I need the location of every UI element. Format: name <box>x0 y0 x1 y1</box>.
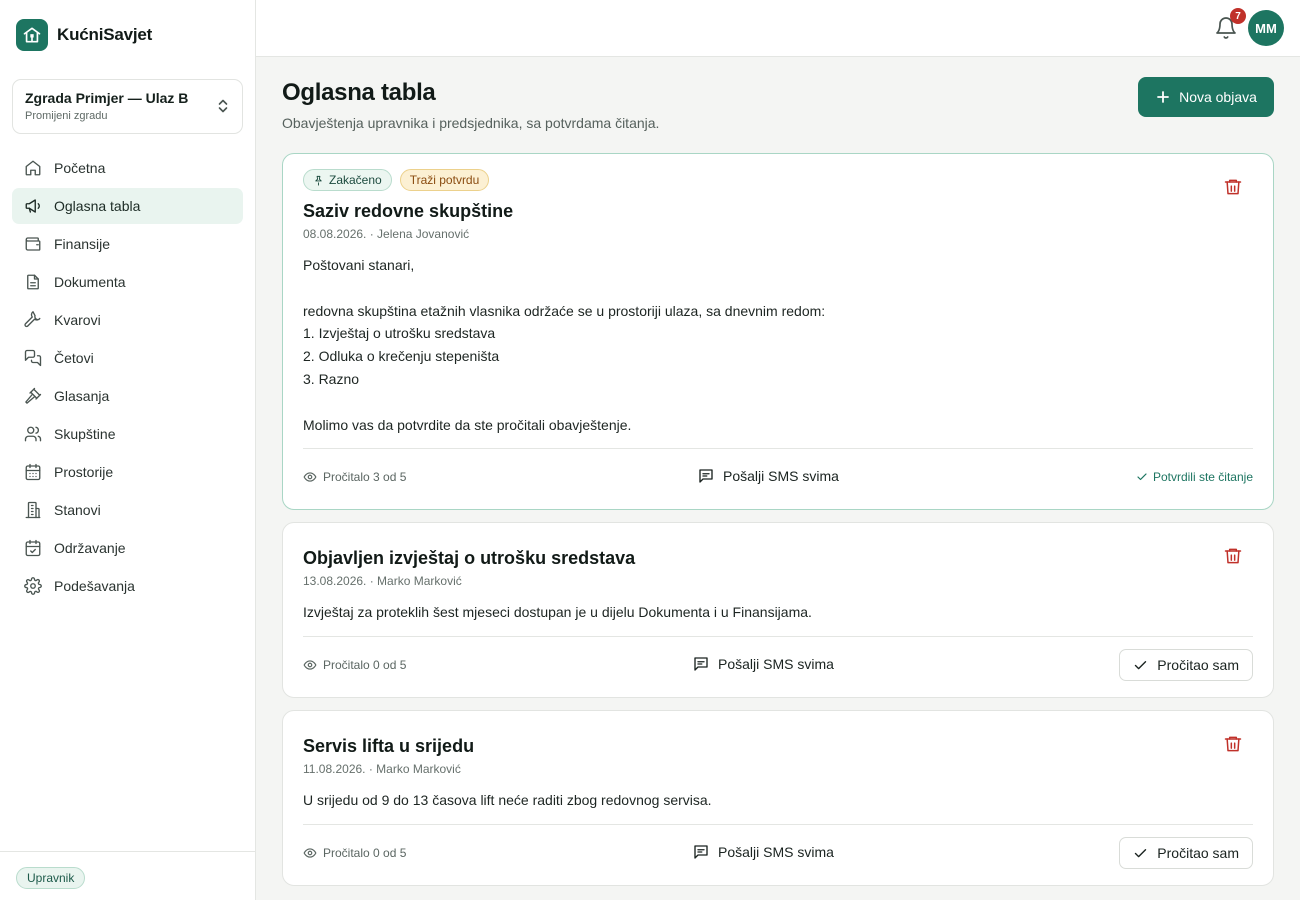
eye-icon <box>303 846 317 860</box>
requires-confirmation-badge: Traži potvrdu <box>399 169 490 191</box>
building-name: Zgrada Primjer — Ulaz B <box>25 90 189 106</box>
chat-icon <box>24 349 42 367</box>
sidebar-item-finansije[interactable]: Finansije <box>12 226 243 262</box>
post-body: U srijedu od 9 do 13 časova lift neće ra… <box>303 792 712 808</box>
wallet-icon <box>24 235 42 253</box>
message-icon <box>697 467 715 485</box>
sidebar-item-cetovi[interactable]: Četovi <box>12 340 243 376</box>
trash-icon[interactable] <box>1223 177 1243 197</box>
sidebar-item-glasanja[interactable]: Glasanja <box>12 378 243 414</box>
sidebar-item-oglasna-tabla[interactable]: Oglasna tabla <box>12 188 243 224</box>
change-building-label: Promijeni zgradu <box>25 110 108 122</box>
sidebar-item-label: Oglasna tabla <box>54 198 141 214</box>
sidebar-footer: Upravnik <box>0 851 256 900</box>
post-title: Objavljen izvještaj o utrošku sredstava <box>303 548 636 568</box>
avatar[interactable]: MM <box>1248 10 1284 46</box>
chevron-up-down-icon <box>216 98 230 114</box>
post-meta: 13.08.2026. · Marko Marković <box>303 574 462 588</box>
sidebar-item-label: Kvarovi <box>54 312 101 328</box>
sidebar-item-pocetna[interactable]: Početna <box>12 150 243 186</box>
gavel-icon <box>24 387 42 405</box>
pin-icon <box>313 175 324 186</box>
mark-read-button[interactable]: Pročitao sam <box>1119 649 1253 681</box>
mark-read-button[interactable]: Pročitao sam <box>1119 837 1253 869</box>
topbar: 7 MM <box>256 0 1300 57</box>
post-badges: Zakačeno Traži potvrdu <box>303 169 490 191</box>
page-subtitle: Obavještenja upravnika i predsjednika, s… <box>282 115 660 131</box>
sidebar-item-label: Podešavanja <box>54 578 135 594</box>
users-icon <box>24 425 42 443</box>
post-body: Izvještaj za proteklih šest mjeseci dost… <box>303 604 812 620</box>
trash-icon[interactable] <box>1223 546 1243 566</box>
sidebar-item-label: Četovi <box>54 350 94 366</box>
divider <box>303 636 1253 637</box>
sidebar-item-skupstine[interactable]: Skupštine <box>12 416 243 452</box>
message-icon <box>692 843 710 861</box>
new-post-button[interactable]: Nova objava <box>1138 77 1274 117</box>
sidebar: KućniSavjet Zgrada Primjer — Ulaz B Prom… <box>0 0 256 900</box>
post-title: Servis lifta u srijedu <box>303 736 475 756</box>
read-count: Pročitalo 0 od 5 <box>303 846 406 860</box>
trash-icon[interactable] <box>1223 734 1243 754</box>
sidebar-item-label: Dokumenta <box>54 274 126 290</box>
post-title: Saziv redovne skupštine <box>303 201 514 221</box>
send-sms-button[interactable]: Pošalji SMS svima <box>692 843 834 861</box>
eye-icon <box>303 470 317 484</box>
post-card: Objavljen izvještaj o utrošku sredstava … <box>282 522 1274 698</box>
wrench-icon <box>24 311 42 329</box>
check-icon <box>1136 471 1148 483</box>
sidebar-item-label: Stanovi <box>54 502 101 518</box>
plus-icon <box>1155 89 1171 105</box>
send-sms-button[interactable]: Pošalji SMS svima <box>697 467 839 485</box>
post-meta: 08.08.2026. · Jelena Jovanović <box>303 227 470 241</box>
sidebar-item-label: Glasanja <box>54 388 110 404</box>
brand-name: KućniSavjet <box>57 25 153 44</box>
sidebar-item-label: Održavanje <box>54 540 126 556</box>
sidebar-item-odrzavanje[interactable]: Održavanje <box>12 530 243 566</box>
read-confirmed-status: Potvrdili ste čitanje <box>1136 470 1253 484</box>
divider <box>303 448 1253 449</box>
pinned-badge: Zakačeno <box>303 169 392 191</box>
read-count: Pročitalo 3 od 5 <box>303 470 406 484</box>
post-meta: 11.08.2026. · Marko Marković <box>303 762 461 776</box>
calendar-check-icon <box>24 539 42 557</box>
sidebar-item-label: Finansije <box>54 236 111 252</box>
building-switcher[interactable]: Zgrada Primjer — Ulaz B Promijeni zgradu <box>12 79 243 134</box>
check-icon <box>1133 846 1148 861</box>
megaphone-icon <box>24 197 42 215</box>
building-icon <box>24 501 42 519</box>
role-badge: Upravnik <box>16 867 86 889</box>
page-title: Oglasna tabla <box>282 79 436 106</box>
calendar-icon <box>24 463 42 481</box>
sidebar-item-stanovi[interactable]: Stanovi <box>12 492 243 528</box>
check-icon <box>1133 658 1148 673</box>
document-icon <box>24 273 42 291</box>
notification-count-badge: 7 <box>1230 8 1246 24</box>
sidebar-item-podesavanja[interactable]: Podešavanja <box>12 568 243 604</box>
sidebar-item-kvarovi[interactable]: Kvarovi <box>12 302 243 338</box>
home-icon <box>24 159 42 177</box>
send-sms-button[interactable]: Pošalji SMS svima <box>692 655 834 673</box>
settings-icon <box>24 577 42 595</box>
read-count: Pročitalo 0 od 5 <box>303 658 406 672</box>
message-icon <box>692 655 710 673</box>
house-icon <box>16 19 48 51</box>
brand[interactable]: KućniSavjet <box>16 19 152 51</box>
divider <box>303 824 1253 825</box>
post-card: Zakačeno Traži potvrdu Saziv redovne sku… <box>282 153 1274 510</box>
sidebar-item-dokumenta[interactable]: Dokumenta <box>12 264 243 300</box>
sidebar-nav: Početna Oglasna tabla Finansije Dokument… <box>12 150 243 606</box>
sidebar-item-label: Prostorije <box>54 464 114 480</box>
post-card: Servis lifta u srijedu 11.08.2026. · Mar… <box>282 710 1274 886</box>
eye-icon <box>303 658 317 672</box>
sidebar-item-label: Skupštine <box>54 426 116 442</box>
sidebar-item-label: Početna <box>54 160 106 176</box>
sidebar-item-prostorije[interactable]: Prostorije <box>12 454 243 490</box>
new-post-label: Nova objava <box>1179 89 1257 105</box>
post-body: Poštovani stanari, redovna skupština eta… <box>303 257 826 433</box>
